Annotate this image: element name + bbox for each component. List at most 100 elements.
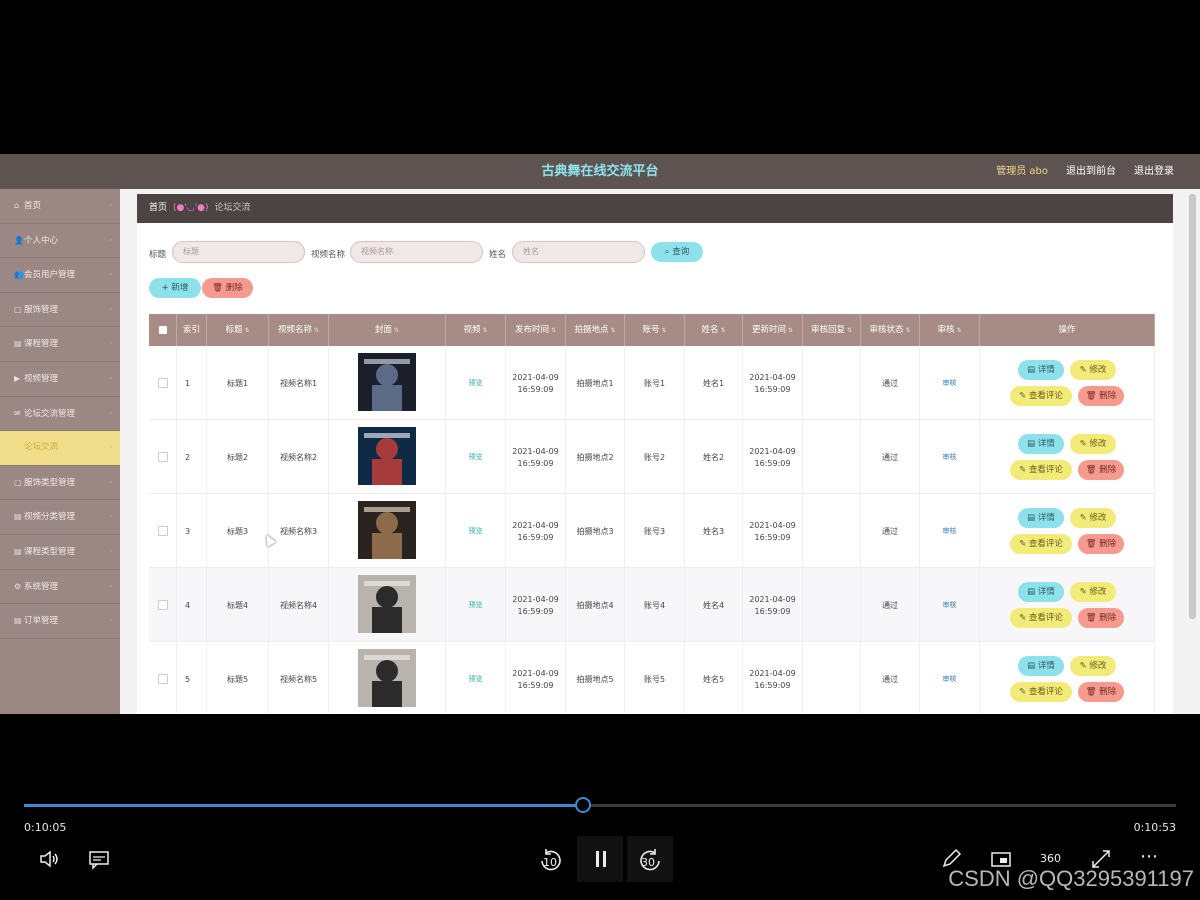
sidebar-item-3[interactable]: ▢ 服饰管理 › (0, 293, 120, 328)
sidebar-item-11[interactable]: ⚙ 系统管理 › (0, 570, 120, 605)
column-header[interactable]: 发布时间 ⇅ (506, 314, 566, 346)
sidebar-item-0[interactable]: ⌂ 首页 › (0, 189, 120, 224)
sidebar-item-9[interactable]: ▤ 视频分类管理 › (0, 500, 120, 535)
subtitles-icon[interactable] (88, 848, 110, 870)
column-header[interactable]: 审核回复 ⇅ (803, 314, 861, 346)
sort-icon[interactable]: ⇅ (905, 327, 910, 334)
column-header[interactable]: 账号 ⇅ (625, 314, 685, 346)
detail-button[interactable]: ▤ 详情 (1018, 656, 1064, 676)
select-all-checkbox[interactable] (149, 314, 177, 346)
sidebar-item-4[interactable]: ▤ 课程管理 › (0, 327, 120, 362)
sidebar-item-6[interactable]: ✉ 论坛交流管理 › (0, 397, 120, 432)
sort-icon[interactable]: ⇅ (956, 327, 961, 334)
pause-button[interactable] (577, 836, 623, 882)
query-button[interactable]: ⌕ 查询 (651, 242, 703, 262)
edit-button[interactable]: ✎ 修改 (1070, 360, 1116, 380)
audit-link[interactable]: 审核 (943, 600, 957, 610)
sort-icon[interactable]: ⇅ (661, 327, 666, 334)
audit-link[interactable]: 审核 (943, 526, 957, 536)
edit-button[interactable]: ✎ 修改 (1070, 582, 1116, 602)
column-header[interactable]: 拍摄地点 ⇅ (566, 314, 625, 346)
view-comments-button[interactable]: ✎ 查看评论 (1010, 608, 1072, 628)
delete-button[interactable]: 🗑 删除 (1078, 386, 1124, 406)
sort-icon[interactable]: ⇅ (244, 327, 249, 334)
title-search-input[interactable]: 标题 (172, 241, 305, 263)
account-text: 账号1 (643, 378, 666, 388)
action-label: 详情 (1037, 365, 1055, 375)
audit-link[interactable]: 审核 (943, 674, 957, 684)
sort-icon[interactable]: ⇅ (482, 327, 487, 334)
sidebar-item-5[interactable]: ▶ 视频管理 › (0, 362, 120, 397)
audit-link[interactable]: 审核 (943, 452, 957, 462)
sort-icon[interactable]: ⇅ (610, 327, 615, 334)
detail-button[interactable]: ▤ 详情 (1018, 582, 1064, 602)
table-cell: ▤ 详情 ✎ 修改 ✎ 查看评论 🗑 删除 (980, 420, 1155, 494)
sidebar-item-10[interactable]: ▤ 课程类型管理 › (0, 535, 120, 570)
row-checkbox[interactable] (157, 526, 168, 536)
table-cell (149, 420, 177, 494)
column-header[interactable]: 审核状态 ⇅ (861, 314, 920, 346)
edit-button[interactable]: ✎ 修改 (1070, 656, 1116, 676)
video-name-search-input[interactable]: 视频名称 (350, 241, 483, 263)
sidebar-item-7[interactable]: 论坛交流 › (0, 431, 120, 466)
edit-button[interactable]: ✎ 修改 (1070, 434, 1116, 454)
detail-button[interactable]: ▤ 详情 (1018, 360, 1064, 380)
preview-link[interactable]: 预览 (469, 600, 483, 610)
column-header[interactable]: 视频名称 ⇅ (269, 314, 329, 346)
logout-link[interactable]: 退出登录 (1134, 154, 1174, 189)
more-options-icon[interactable]: ⋯ (1140, 846, 1158, 867)
row-checkbox[interactable] (157, 452, 168, 462)
forward-30-button[interactable]: 30 (627, 836, 673, 882)
view-comments-button[interactable]: ✎ 查看评论 (1010, 460, 1072, 480)
sidebar-item-2[interactable]: 👥会员用户管理 › (0, 258, 120, 293)
batch-delete-button[interactable]: 🗑 删除 (202, 278, 253, 298)
rewind-10-button[interactable]: 10 (538, 846, 564, 874)
view-comments-button[interactable]: ✎ 查看评论 (1010, 386, 1072, 406)
name-search-input[interactable]: 姓名 (512, 241, 645, 263)
table-cell: 视频名称3 (269, 494, 329, 568)
preview-link[interactable]: 预览 (469, 674, 483, 684)
vr-360-button[interactable]: 360 (1040, 852, 1061, 865)
volume-icon[interactable] (38, 848, 60, 870)
preview-link[interactable]: 预览 (469, 526, 483, 536)
table-cell (329, 494, 446, 568)
status-text: 通过 (882, 526, 898, 536)
sidebar-item-1[interactable]: 👤个人中心 › (0, 224, 120, 259)
sort-icon[interactable]: ⇅ (551, 327, 556, 334)
detail-button[interactable]: ▤ 详情 (1018, 508, 1064, 528)
delete-button[interactable]: 🗑 删除 (1078, 534, 1124, 554)
column-header[interactable]: 审核 ⇅ (920, 314, 980, 346)
column-header[interactable]: 视频 ⇅ (446, 314, 506, 346)
page-scrollbar-thumb[interactable] (1189, 194, 1196, 619)
breadcrumb-home[interactable]: 首页 (149, 203, 167, 213)
view-comments-button[interactable]: ✎ 查看评论 (1010, 682, 1072, 702)
column-header[interactable]: 封面 ⇅ (329, 314, 446, 346)
view-comments-button[interactable]: ✎ 查看评论 (1010, 534, 1072, 554)
back-to-front-link[interactable]: 退出到前台 (1066, 154, 1116, 189)
sort-icon[interactable]: ⇅ (720, 327, 725, 334)
table-cell: 通过 (861, 494, 920, 568)
preview-link[interactable]: 预览 (469, 378, 483, 388)
row-checkbox[interactable] (157, 378, 168, 388)
name-text: 姓名5 (702, 674, 725, 684)
column-header[interactable]: 更新时间 ⇅ (743, 314, 803, 346)
sort-icon[interactable]: ⇅ (847, 327, 852, 334)
row-checkbox[interactable] (157, 674, 168, 684)
sort-icon[interactable]: ⇅ (788, 327, 793, 334)
sidebar-item-8[interactable]: ▢ 服饰类型管理 › (0, 466, 120, 501)
detail-button[interactable]: ▤ 详情 (1018, 434, 1064, 454)
delete-button[interactable]: 🗑 删除 (1078, 608, 1124, 628)
sort-icon[interactable]: ⇅ (394, 327, 399, 334)
delete-button[interactable]: 🗑 删除 (1078, 460, 1124, 480)
audit-link[interactable]: 审核 (943, 378, 957, 388)
column-header[interactable]: 姓名 ⇅ (685, 314, 743, 346)
delete-button[interactable]: 🗑 删除 (1078, 682, 1124, 702)
sidebar-item-12[interactable]: ▤ 订单管理 › (0, 604, 120, 639)
column-header[interactable]: 标题 ⇅ (207, 314, 269, 346)
preview-link[interactable]: 预览 (469, 452, 483, 462)
add-button[interactable]: + 新增 (149, 278, 201, 298)
sort-icon[interactable]: ⇅ (314, 327, 319, 334)
row-checkbox[interactable] (157, 600, 168, 610)
seek-handle[interactable] (574, 797, 591, 813)
edit-button[interactable]: ✎ 修改 (1070, 508, 1116, 528)
